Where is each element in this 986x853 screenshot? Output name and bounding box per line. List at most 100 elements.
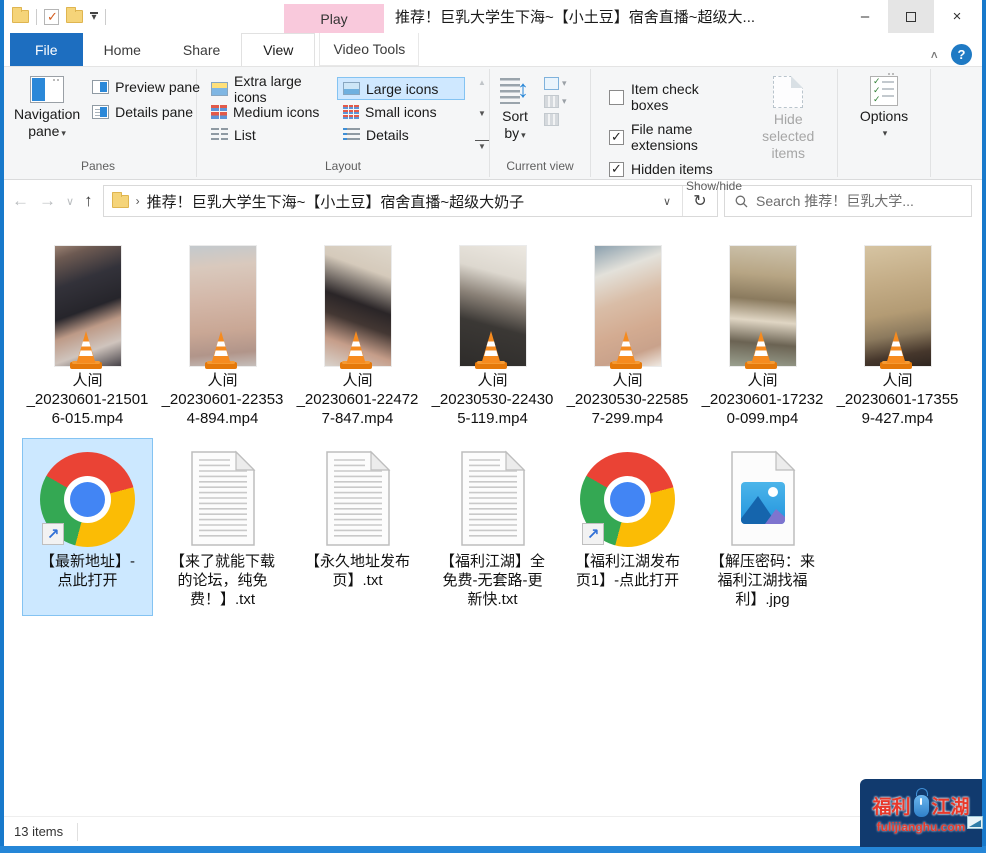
new-folder-icon[interactable] bbox=[66, 10, 83, 23]
customize-qat-chevron-icon[interactable]: ▾ bbox=[90, 12, 98, 21]
maximize-button[interactable] bbox=[888, 0, 934, 33]
group-label-current-view: Current view bbox=[490, 157, 590, 179]
checkbox-item-check-boxes[interactable]: Item check boxes bbox=[609, 81, 735, 113]
group-panes: Navigation pane▾ Preview pane Details pa… bbox=[0, 67, 196, 179]
address-bar-row: ← → ∨ ↑ › 推荐！巨乳大学生下海~【小土豆】宿舍直播~超级大奶子 ∨ ↻… bbox=[0, 180, 986, 222]
tab-share[interactable]: Share bbox=[162, 33, 241, 66]
chrome-icon-wrap: ↗ bbox=[40, 443, 135, 547]
file-name: 【来了就能下载的论坛，纯免费！】.txt bbox=[170, 552, 275, 609]
group-by-button[interactable]: ▾ bbox=[544, 77, 567, 90]
properties-icon[interactable] bbox=[44, 9, 59, 25]
file-name: 【解压密码：来福利江湖找福利】.jpg bbox=[710, 552, 815, 609]
search-icon bbox=[735, 195, 748, 208]
group-label-panes: Panes bbox=[0, 157, 196, 179]
file-name: 人间_20230530-225857-299.mp4 bbox=[567, 371, 689, 428]
layout-option-details[interactable]: Details bbox=[337, 123, 465, 146]
divider bbox=[77, 823, 78, 841]
window-controls: – × bbox=[842, 0, 980, 33]
checkbox-icon[interactable] bbox=[609, 90, 624, 105]
divider bbox=[930, 69, 931, 177]
layout-scroll: ▲ ▼ ▼ bbox=[469, 75, 491, 157]
file-name: 【福利江湖发布页1】-点此打开 bbox=[575, 552, 680, 590]
group-by-icon bbox=[544, 77, 559, 90]
tab-view[interactable]: View bbox=[241, 33, 315, 66]
options-button[interactable]: Options ▾ bbox=[854, 73, 914, 157]
file-name: 【永久地址发布页】.txt bbox=[305, 552, 410, 590]
details-pane-button[interactable]: Details pane bbox=[92, 104, 200, 120]
jpg-icon-wrap bbox=[725, 443, 801, 547]
play-contextual-header[interactable]: Play bbox=[284, 4, 384, 33]
preview-pane-button[interactable]: Preview pane bbox=[92, 79, 200, 95]
layout-option-icon bbox=[343, 128, 360, 142]
checkbox-icon[interactable]: ✓ bbox=[609, 130, 624, 145]
video-thumbnail bbox=[595, 244, 661, 366]
status-bar: 13 items bbox=[0, 816, 986, 846]
file-item-video-3[interactable]: 人间_20230601-224727-847.mp4 bbox=[292, 239, 423, 435]
file-row-1: 人间_20230601-215016-015.mp4 人间_20230601-2… bbox=[20, 239, 986, 435]
tab-video-tools[interactable]: Video Tools bbox=[319, 33, 419, 66]
breadcrumb[interactable]: › 推荐！巨乳大学生下海~【小土豆】宿舍直播~超级大奶子 bbox=[104, 191, 652, 212]
vlc-cone-icon bbox=[739, 328, 783, 372]
tab-file[interactable]: File bbox=[10, 33, 83, 66]
vlc-cone-icon bbox=[469, 328, 513, 372]
scroll-down-icon[interactable]: ▼ bbox=[475, 109, 489, 118]
forward-icon[interactable]: → bbox=[39, 191, 56, 211]
checkbox-icon[interactable]: ✓ bbox=[609, 162, 624, 177]
divider bbox=[36, 9, 37, 25]
file-item-video-6[interactable]: 人间_20230601-172320-099.mp4 bbox=[697, 239, 828, 435]
layout-option-icon bbox=[343, 105, 359, 119]
file-item-video-4[interactable]: 人间_20230530-224305-119.mp4 bbox=[427, 239, 558, 435]
maximize-icon bbox=[906, 12, 916, 22]
file-item-txt-2[interactable]: 【来了就能下载的论坛，纯免费！】.txt bbox=[157, 438, 288, 616]
group-label-show-hide: Show/hide bbox=[591, 177, 837, 195]
file-item-video-5[interactable]: 人间_20230530-225857-299.mp4 bbox=[562, 239, 693, 435]
vlc-cone-icon bbox=[199, 328, 243, 372]
sort-by-button[interactable]: ↕ Sort by▾ bbox=[494, 73, 536, 157]
more-options-icon[interactable]: ▼ bbox=[475, 140, 489, 151]
layout-option-small-icons[interactable]: Small icons bbox=[337, 100, 465, 123]
file-item-jpg-6[interactable]: 【解压密码：来福利江湖找福利】.jpg bbox=[697, 438, 828, 616]
collapse-ribbon-icon[interactable]: ∧ bbox=[929, 48, 939, 61]
watermark: 福利 江湖 fulijianghu.com bbox=[860, 779, 982, 847]
address-dropdown-chevron-icon[interactable]: ∨ bbox=[652, 195, 682, 208]
file-item-video-2[interactable]: 人间_20230601-223534-894.mp4 bbox=[157, 239, 288, 435]
file-name: 【最新地址】-点此打开 bbox=[40, 552, 135, 590]
file-item-txt-4[interactable]: 【福利江湖】全免费-无套路-更新快.txt bbox=[427, 438, 558, 616]
titlebar: ▾ Play 推荐！巨乳大学生下海~【小土豆】宿舍直播~超级大... – × bbox=[0, 0, 986, 33]
video-thumbnail bbox=[325, 244, 391, 366]
back-icon[interactable]: ← bbox=[12, 191, 29, 211]
file-item-chrome-5[interactable]: ↗【福利江湖发布页1】-点此打开 bbox=[562, 438, 693, 616]
add-columns-button[interactable]: ▾ bbox=[544, 95, 567, 108]
layout-option-medium-icons[interactable]: Medium icons bbox=[205, 100, 337, 123]
help-icon[interactable]: ? bbox=[951, 44, 972, 65]
file-name: 人间_20230601-215016-015.mp4 bbox=[27, 371, 149, 428]
hide-selected-items-button[interactable]: Hide selected items bbox=[747, 73, 829, 177]
text-file-icon bbox=[455, 450, 531, 547]
checkbox-file-name-extensions[interactable]: ✓File name extensions bbox=[609, 121, 735, 153]
size-columns-button[interactable] bbox=[544, 113, 567, 126]
folder-icon[interactable] bbox=[12, 10, 29, 23]
add-columns-icon bbox=[544, 95, 559, 108]
file-item-video-7[interactable]: 人间_20230601-173559-427.mp4 bbox=[832, 239, 963, 435]
video-thumbnail bbox=[55, 244, 121, 366]
scroll-up-icon[interactable]: ▲ bbox=[475, 78, 489, 87]
minimize-button[interactable]: – bbox=[842, 0, 888, 33]
file-item-video-1[interactable]: 人间_20230601-215016-015.mp4 bbox=[22, 239, 153, 435]
up-icon[interactable]: ↑ bbox=[84, 191, 93, 211]
recent-locations-chevron-icon[interactable]: ∨ bbox=[66, 195, 74, 208]
checkbox-hidden-items[interactable]: ✓Hidden items bbox=[609, 161, 735, 177]
file-item-txt-3[interactable]: 【永久地址发布页】.txt bbox=[292, 438, 423, 616]
navigation-pane-button[interactable]: Navigation pane▾ bbox=[8, 73, 86, 157]
layout-option-large-icons[interactable]: Large icons bbox=[337, 77, 465, 100]
tab-home[interactable]: Home bbox=[83, 33, 162, 66]
breadcrumb-path[interactable]: 推荐！巨乳大学生下海~【小土豆】宿舍直播~超级大奶子 bbox=[147, 191, 525, 212]
layout-option-extra-large-icons[interactable]: Extra large icons bbox=[205, 77, 337, 100]
shortcut-arrow-icon: ↗ bbox=[42, 523, 64, 545]
window-border-right bbox=[982, 0, 986, 853]
txt-icon-wrap bbox=[455, 443, 531, 547]
layout-option-list[interactable]: List bbox=[205, 123, 337, 146]
file-item-chrome-1[interactable]: ↗ 【最新地址】-点此打开 bbox=[22, 438, 153, 616]
close-button[interactable]: × bbox=[934, 0, 980, 33]
video-thumbnail bbox=[730, 244, 796, 366]
file-list-area[interactable]: 人间_20230601-215016-015.mp4 人间_20230601-2… bbox=[0, 222, 986, 816]
